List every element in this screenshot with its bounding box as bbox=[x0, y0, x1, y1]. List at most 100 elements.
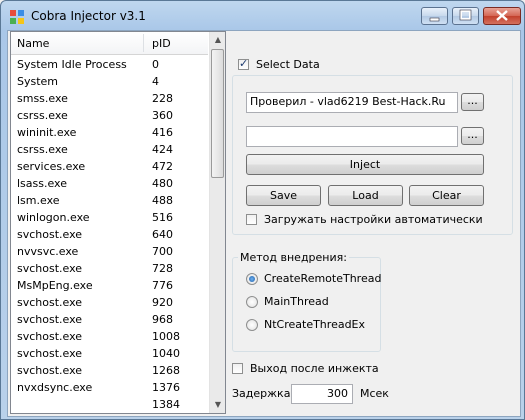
process-name: svchost.exe bbox=[17, 228, 83, 241]
process-pid: 1384 bbox=[152, 398, 180, 411]
list-header: Name pID bbox=[11, 32, 208, 55]
delay-input[interactable]: 300 bbox=[291, 384, 353, 404]
table-row[interactable]: nvvsvc.exe 700 bbox=[11, 243, 208, 260]
radio-nt-create-thread-ex[interactable] bbox=[246, 319, 258, 331]
process-pid: 1040 bbox=[152, 347, 180, 360]
table-row[interactable]: System 4 bbox=[11, 73, 208, 90]
load-button[interactable]: Load bbox=[328, 185, 403, 206]
process-pid: 516 bbox=[152, 211, 173, 224]
autoload-settings-label: Загружать настройки автоматически bbox=[264, 213, 483, 226]
browse-dll-button[interactable]: ... bbox=[461, 93, 484, 111]
delay-label: Задержка: bbox=[232, 387, 295, 400]
process-name: svchost.exe bbox=[17, 364, 83, 377]
process-name: smss.exe bbox=[17, 92, 68, 105]
table-row[interactable]: svchost.exe 1008 bbox=[11, 328, 208, 345]
process-name: svchost.exe bbox=[17, 330, 83, 343]
process-rows: System Idle Process 0 System 4 smss.exe 228 cs… bbox=[11, 56, 208, 413]
browse-process-button[interactable]: ... bbox=[461, 127, 484, 145]
radio-main-thread-label: MainThread bbox=[264, 295, 329, 308]
column-header-name[interactable]: Name bbox=[17, 37, 49, 50]
process-pid: 1268 bbox=[152, 364, 180, 377]
process-pid: 640 bbox=[152, 228, 173, 241]
process-name: csrss.exe bbox=[17, 143, 68, 156]
select-data-checkbox[interactable] bbox=[238, 57, 249, 70]
process-name: svchost.exe bbox=[17, 347, 83, 360]
process-pid: 776 bbox=[152, 279, 173, 292]
clear-button[interactable]: Clear bbox=[409, 185, 484, 206]
maximize-button[interactable] bbox=[452, 7, 479, 25]
process-pid: 1376 bbox=[152, 381, 180, 394]
list-scrollbar[interactable]: ▲ ▼ bbox=[209, 32, 225, 413]
close-button[interactable] bbox=[483, 7, 521, 25]
process-pid: 360 bbox=[152, 109, 173, 122]
inject-button[interactable]: Inject bbox=[246, 154, 484, 175]
process-name: lsass.exe bbox=[17, 177, 67, 190]
process-pid: 228 bbox=[152, 92, 173, 105]
process-pid: 968 bbox=[152, 313, 173, 326]
process-list[interactable]: Name pID System Idle Process 0 System 4 smss… bbox=[10, 31, 226, 414]
scroll-thumb[interactable] bbox=[211, 49, 224, 178]
radio-create-remote-thread[interactable] bbox=[246, 273, 258, 285]
table-row[interactable]: csrss.exe 424 bbox=[11, 141, 208, 158]
process-name: csrss.exe bbox=[17, 109, 68, 122]
injection-method-title: Метод внедрения: bbox=[238, 251, 349, 264]
table-row[interactable]: svchost.exe 640 bbox=[11, 226, 208, 243]
scroll-up-icon[interactable]: ▲ bbox=[210, 32, 225, 48]
process-name: System Idle Process bbox=[17, 58, 127, 71]
process-name: nvxdsync.exe bbox=[17, 381, 93, 394]
process-name: svchost.exe bbox=[17, 262, 83, 275]
maximize-icon bbox=[459, 9, 472, 21]
radio-main-thread[interactable] bbox=[246, 296, 258, 308]
title-bar[interactable]: Cobra Injector v3.1 bbox=[1, 1, 524, 31]
process-name: wininit.exe bbox=[17, 126, 77, 139]
table-row[interactable]: lsm.exe 488 bbox=[11, 192, 208, 209]
table-row[interactable]: svchost.exe 968 bbox=[11, 311, 208, 328]
table-row[interactable]: MsMpEng.exe 776 bbox=[11, 277, 208, 294]
scroll-down-icon[interactable]: ▼ bbox=[210, 397, 225, 413]
process-pid: 1008 bbox=[152, 330, 180, 343]
table-row[interactable]: svchost.exe 728 bbox=[11, 260, 208, 277]
process-pid: 700 bbox=[152, 245, 173, 258]
minimize-icon bbox=[429, 17, 440, 22]
table-row[interactable]: services.exe 472 bbox=[11, 158, 208, 175]
process-pid: 488 bbox=[152, 194, 173, 207]
process-pid: 424 bbox=[152, 143, 173, 156]
minimize-button[interactable] bbox=[421, 7, 448, 25]
main-window: Cobra Injector v3.1 Name pID System Idle… bbox=[0, 0, 525, 420]
column-divider[interactable] bbox=[143, 34, 144, 52]
process-pid: 728 bbox=[152, 262, 173, 275]
save-button[interactable]: Save bbox=[246, 185, 321, 206]
client-area: Name pID System Idle Process 0 System 4 smss… bbox=[7, 30, 521, 417]
table-row[interactable]: smss.exe 228 bbox=[11, 90, 208, 107]
exit-after-inject-checkbox[interactable] bbox=[232, 363, 243, 374]
table-row[interactable]: lsass.exe 480 bbox=[11, 175, 208, 192]
table-row[interactable]: 1384 bbox=[11, 396, 208, 413]
table-row[interactable]: System Idle Process 0 bbox=[11, 56, 208, 73]
table-row[interactable]: csrss.exe 360 bbox=[11, 107, 208, 124]
table-row[interactable]: winlogon.exe 516 bbox=[11, 209, 208, 226]
app-icon bbox=[10, 10, 24, 24]
select-data-label: Select Data bbox=[256, 58, 320, 71]
close-icon bbox=[496, 10, 508, 21]
process-pid: 416 bbox=[152, 126, 173, 139]
table-row[interactable]: svchost.exe 920 bbox=[11, 294, 208, 311]
exit-after-inject-label: Выход после инжекта bbox=[250, 362, 379, 375]
process-name: System bbox=[17, 75, 59, 88]
delay-unit-label: Мсек bbox=[360, 387, 389, 400]
process-name: services.exe bbox=[17, 160, 86, 173]
process-path-field[interactable] bbox=[246, 126, 458, 147]
process-pid: 4 bbox=[152, 75, 159, 88]
process-name: svchost.exe bbox=[17, 313, 83, 326]
table-row[interactable]: nvxdsync.exe 1376 bbox=[11, 379, 208, 396]
column-header-pid[interactable]: pID bbox=[152, 37, 171, 50]
process-pid: 472 bbox=[152, 160, 173, 173]
process-pid: 920 bbox=[152, 296, 173, 309]
table-row[interactable]: wininit.exe 416 bbox=[11, 124, 208, 141]
table-row[interactable]: svchost.exe 1040 bbox=[11, 345, 208, 362]
dll-path-field[interactable]: Проверил - vlad6219 Best-Hack.Ru bbox=[246, 92, 458, 113]
autoload-settings-checkbox[interactable] bbox=[246, 214, 257, 225]
radio-create-remote-thread-label: CreateRemoteThread bbox=[264, 272, 382, 285]
radio-nt-create-thread-ex-label: NtCreateThreadEx bbox=[264, 318, 366, 331]
table-row[interactable]: svchost.exe 1268 bbox=[11, 362, 208, 379]
process-name: MsMpEng.exe bbox=[17, 279, 93, 292]
